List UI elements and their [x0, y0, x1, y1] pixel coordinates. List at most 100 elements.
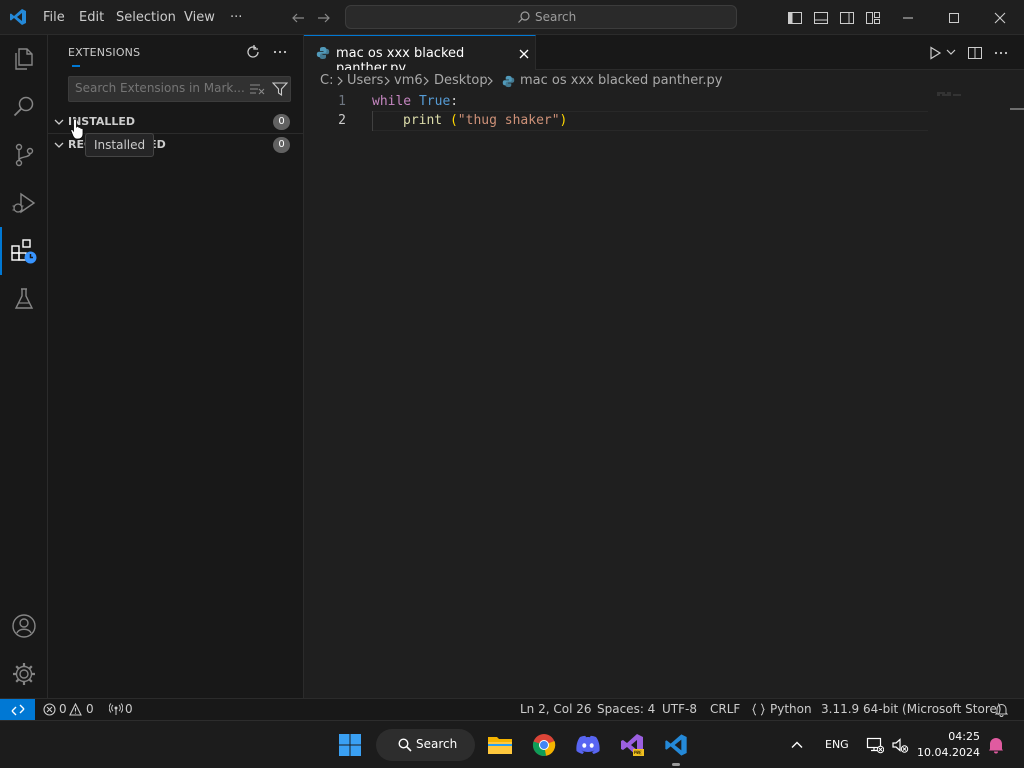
breadcrumb: C: Users vm6 Desktop mac os xxx blacked … [304, 70, 1024, 92]
code-line-2[interactable]: print ("thug shaker") [403, 113, 567, 128]
progress-indicator [72, 65, 80, 67]
settings-gear-icon[interactable] [0, 650, 48, 698]
token-bracket-open: ( [449, 113, 458, 128]
breadcrumb-desktop[interactable]: Desktop [434, 73, 488, 88]
split-editor-icon[interactable] [967, 45, 983, 61]
menu-view[interactable]: View [184, 0, 215, 35]
search-icon [517, 10, 531, 24]
token-bracket-close: ) [559, 113, 568, 128]
title-bar: File Edit Selection View ··· Search [0, 0, 1024, 35]
mouse-cursor-icon [70, 118, 86, 140]
accounts-icon[interactable] [0, 602, 48, 650]
remote-icon [11, 703, 25, 717]
clock-date: 10.04.2024 [917, 746, 980, 759]
network-offline-icon[interactable] [866, 736, 884, 754]
input-language[interactable]: ENG [825, 738, 849, 751]
editor-tab-bar: mac os xxx blacked panther.py [304, 35, 1024, 76]
visual-studio-preview-icon[interactable] [616, 729, 648, 761]
token-colon: : [450, 94, 459, 109]
status-bar: 0 0 0 Ln 2, Col 26 Spaces: 4 UTF-8 CRLF … [0, 698, 1024, 721]
windows-start-icon[interactable] [334, 729, 366, 761]
warning-count[interactable]: 0 [86, 702, 94, 716]
breadcrumb-drive[interactable]: C: [320, 73, 333, 88]
activity-bar [0, 35, 48, 698]
breadcrumb-file[interactable]: mac os xxx blacked panther.py [520, 73, 722, 88]
chevron-down-icon [52, 138, 66, 152]
editor-more-actions-icon[interactable] [993, 45, 1009, 61]
line-number: 1 [338, 94, 346, 109]
show-hidden-icons-chevron-up-icon[interactable] [790, 738, 804, 752]
volume-muted-icon[interactable] [891, 736, 909, 754]
menu-file[interactable]: File [43, 0, 65, 35]
breadcrumb-separator-icon [420, 73, 432, 89]
error-count[interactable]: 0 [59, 702, 67, 716]
discord-icon[interactable] [572, 729, 604, 761]
vscode-taskbar-icon[interactable] [660, 729, 692, 761]
clear-filter-icon[interactable] [249, 82, 265, 96]
scrollbar-position-marker [1010, 108, 1024, 110]
windows-taskbar: Search ENG 04:25 10.04.2024 [0, 720, 1024, 768]
maximize-icon[interactable] [946, 10, 962, 26]
toggle-primary-sidebar-icon[interactable] [787, 10, 803, 26]
breadcrumb-separator-icon [484, 73, 496, 89]
extensions-icon[interactable] [0, 227, 48, 275]
file-explorer-icon[interactable] [484, 729, 516, 761]
taskbar-search[interactable]: Search [376, 729, 475, 761]
close-window-icon[interactable] [992, 10, 1008, 26]
testing-flask-icon[interactable] [0, 275, 48, 323]
notifications-bell-icon[interactable] [995, 703, 1008, 717]
code-editor[interactable]: 1 while True: 2 print ("thug shaker") [304, 92, 1024, 698]
notification-bell-icon[interactable] [988, 736, 1004, 754]
close-tab-icon[interactable] [517, 47, 531, 61]
cursor-position[interactable]: Ln 2, Col 26 [520, 702, 592, 716]
breadcrumb-users[interactable]: Users [347, 73, 383, 88]
python-file-icon [316, 46, 330, 60]
chrome-icon[interactable] [528, 729, 560, 761]
code-line-1[interactable]: while True: [372, 94, 458, 109]
extensions-search-input[interactable] [75, 81, 245, 95]
python-interpreter[interactable]: 3.11.9 64-bit (Microsoft Store) [821, 702, 1002, 716]
breadcrumb-vm6[interactable]: vm6 [394, 73, 423, 88]
back-arrow-icon[interactable] [290, 10, 306, 26]
explorer-icon[interactable] [0, 35, 48, 83]
customize-layout-icon[interactable] [865, 10, 881, 26]
language-braces-icon[interactable] [752, 703, 765, 716]
menu-edit[interactable]: Edit [79, 0, 104, 35]
run-debug-icon[interactable] [0, 179, 48, 227]
more-actions-icon[interactable] [272, 44, 288, 60]
extensions-search-box[interactable] [68, 76, 291, 102]
ports-broadcast-icon[interactable] [109, 703, 123, 716]
file-encoding[interactable]: UTF-8 [662, 702, 697, 716]
menu-more[interactable]: ··· [230, 0, 242, 35]
run-python-file-icon[interactable] [927, 45, 943, 61]
clock-time: 04:25 [948, 730, 980, 743]
installed-count-badge: 0 [273, 114, 290, 130]
warning-icon[interactable] [69, 703, 82, 716]
toggle-panel-icon[interactable] [813, 10, 829, 26]
error-icon[interactable] [43, 703, 56, 716]
section-installed[interactable]: INSTALLED 0 [48, 111, 304, 133]
language-mode[interactable]: Python [770, 702, 812, 716]
taskbar-search-label: Search [416, 737, 458, 751]
forward-arrow-icon[interactable] [316, 10, 332, 26]
minimize-icon[interactable] [900, 10, 916, 26]
run-dropdown-chevron-icon[interactable] [945, 46, 957, 58]
hover-tooltip: Installed [85, 133, 155, 157]
breadcrumb-separator-icon [381, 73, 393, 89]
menu-selection[interactable]: Selection [116, 0, 176, 35]
source-control-icon[interactable] [0, 131, 48, 179]
remote-indicator[interactable] [0, 699, 35, 721]
system-clock[interactable]: 04:25 10.04.2024 [917, 729, 980, 761]
search-activity-icon[interactable] [0, 83, 48, 131]
minimap[interactable] [937, 92, 963, 96]
editor-tab-active[interactable]: mac os xxx blacked panther.py [304, 35, 536, 76]
filter-icon[interactable] [272, 82, 288, 96]
ports-count[interactable]: 0 [125, 702, 133, 716]
indentation[interactable]: Spaces: 4 [597, 702, 655, 716]
command-center-label: Search [535, 10, 577, 24]
refresh-icon[interactable] [245, 44, 261, 60]
command-center-search[interactable]: Search [345, 5, 737, 29]
toggle-secondary-sidebar-icon[interactable] [839, 10, 855, 26]
token-keyword: while [372, 94, 412, 109]
end-of-line[interactable]: CRLF [710, 702, 740, 716]
